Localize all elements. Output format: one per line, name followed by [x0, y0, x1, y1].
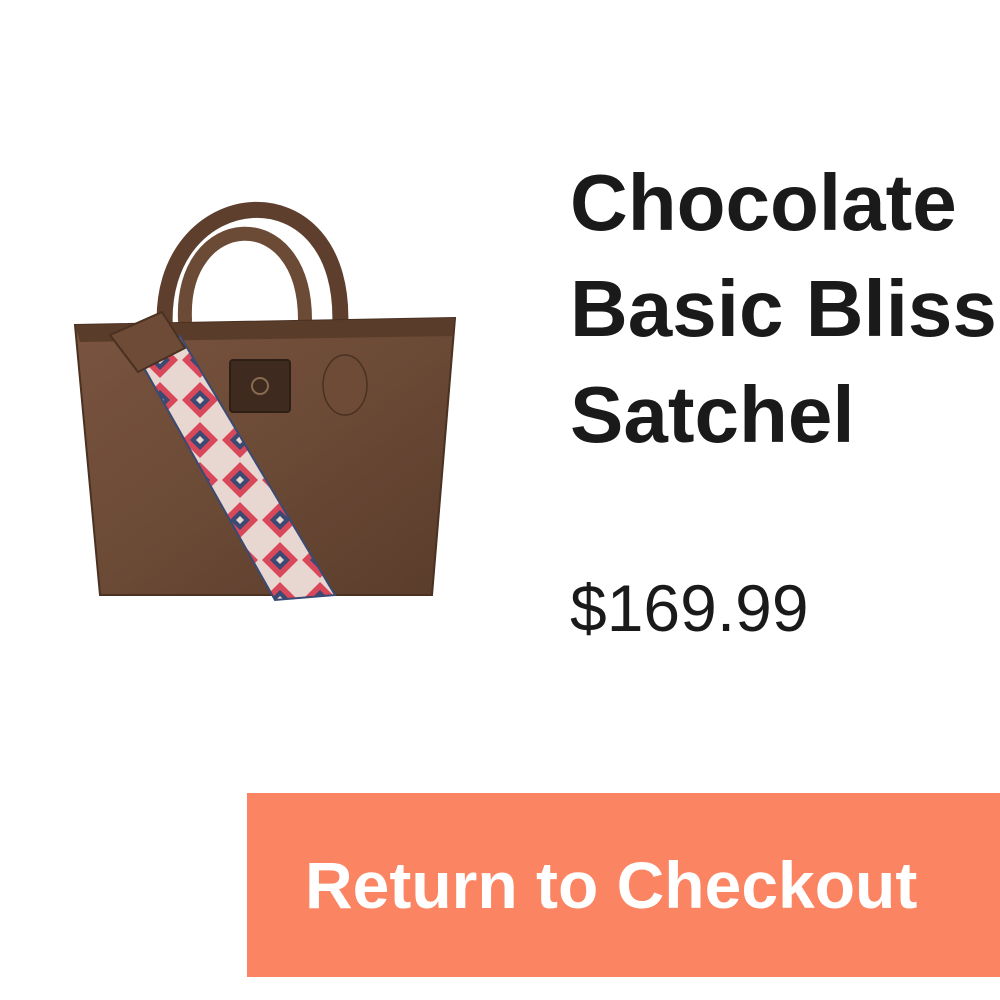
satchel-illustration [73, 201, 457, 602]
product-page: Chocolate Basic Bliss Satchel $169.99 Re… [0, 0, 1000, 1000]
product-price: $169.99 [570, 571, 809, 645]
product-image [60, 140, 480, 610]
product-title: Chocolate Basic Bliss Satchel [570, 150, 1000, 468]
product-title-line-1: Chocolate [570, 158, 957, 247]
product-title-line-2: Basic Bliss [570, 264, 997, 353]
return-to-checkout-button[interactable]: Return to Checkout [247, 793, 1000, 977]
product-title-line-3: Satchel [570, 370, 855, 459]
